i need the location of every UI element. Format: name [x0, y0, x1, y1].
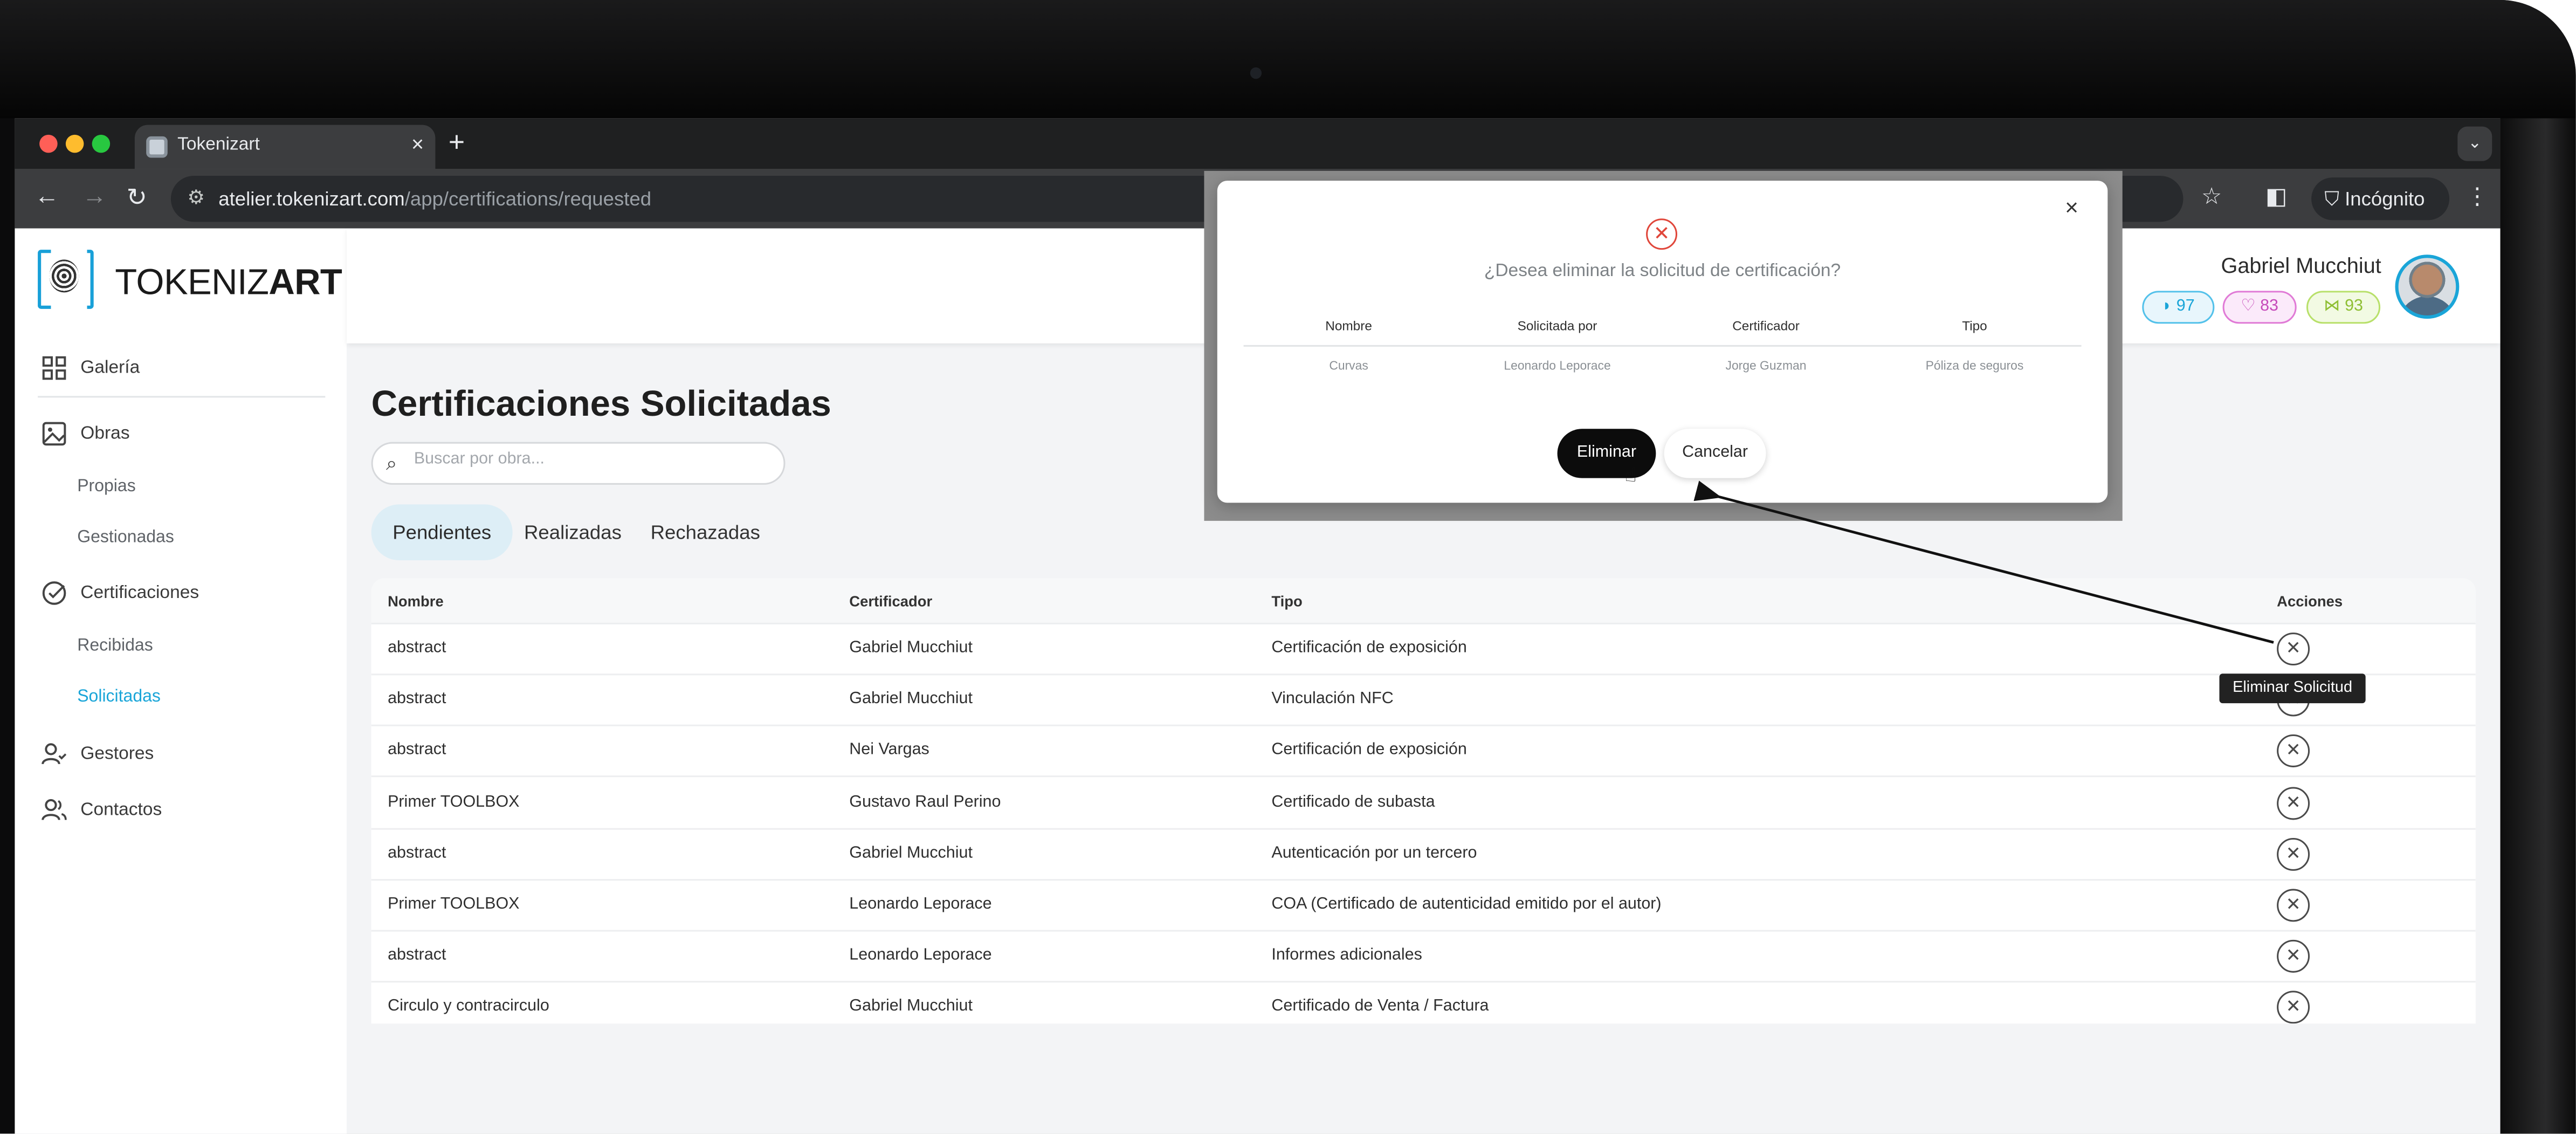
annotation-arrow [1693, 480, 2274, 644]
laptop-bezel: Tokenizart × + ⌄ ← → ↻ ⚙ atelier.tokeniz… [0, 0, 2576, 1134]
